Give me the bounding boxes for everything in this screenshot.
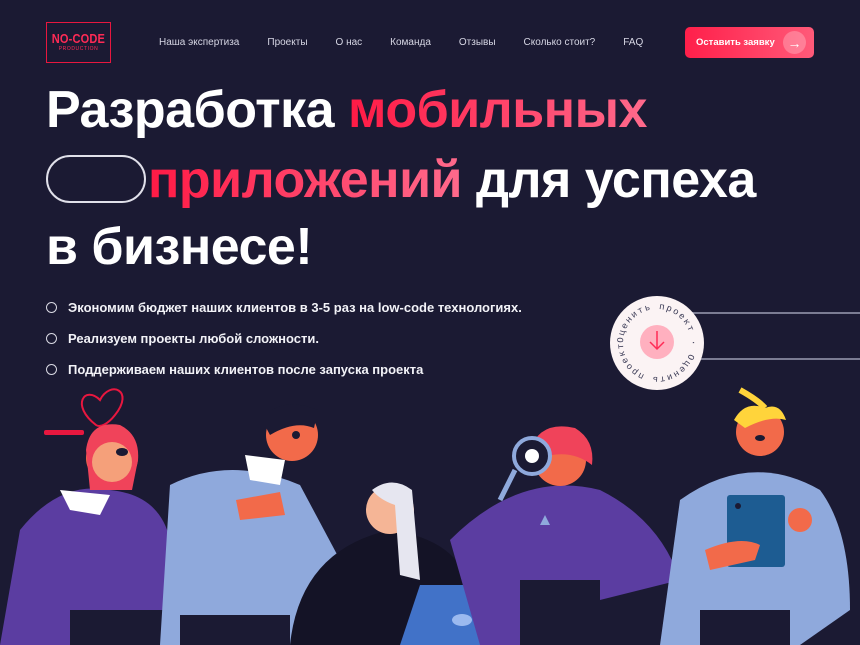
nav-item-faq[interactable]: FAQ xyxy=(623,37,643,48)
rate-project-badge[interactable]: Оценить проект · Оценить проект · xyxy=(607,289,704,390)
heart-doodle-icon xyxy=(81,388,124,427)
hero-title-white-1: Разработка xyxy=(46,81,349,139)
person-woman-red-hair xyxy=(0,424,175,645)
nav-item-projects[interactable]: Проекты xyxy=(267,37,307,48)
nav-item-team[interactable]: Команда xyxy=(390,37,431,48)
hero-title-line-2: приложений для успеха xyxy=(46,150,756,210)
list-item: Реализуем проекты любой сложности. xyxy=(46,323,522,354)
submit-request-label: Оставить заявку xyxy=(696,37,775,48)
outline-pill-decoration xyxy=(46,155,146,204)
person-man-tablet xyxy=(660,387,850,645)
rate-project-badge-graphic: Оценить проект · Оценить проект · xyxy=(607,289,697,384)
logo-sub-text: PRODUCTION xyxy=(58,46,99,52)
team-illustration xyxy=(0,387,850,645)
person-woman-magnifier xyxy=(450,426,680,645)
main-nav: Наша экспертиза Проекты О нас Команда От… xyxy=(159,37,671,48)
list-item: Экономим бюджет наших клиентов в 3-5 раз… xyxy=(46,292,522,323)
arrow-right-icon: → xyxy=(783,31,806,54)
benefit-text: Реализуем проекты любой сложности. xyxy=(68,331,319,346)
circle-bullet-icon xyxy=(46,364,57,375)
submit-request-button[interactable]: Оставить заявку → xyxy=(685,27,814,58)
nav-item-about[interactable]: О нас xyxy=(336,37,363,48)
benefit-text: Экономим бюджет наших клиентов в 3-5 раз… xyxy=(68,300,522,315)
hero-title-white-2: для успеха xyxy=(462,151,756,209)
benefits-list: Экономим бюджет наших клиентов в 3-5 раз… xyxy=(46,292,522,385)
logo[interactable]: NO-CODE PRODUCTION xyxy=(46,22,111,63)
hero-title-line-1: Разработка мобильных xyxy=(46,80,647,140)
circle-bullet-icon xyxy=(46,333,57,344)
circle-bullet-icon xyxy=(46,302,57,313)
hero-title-line-3: в бизнесе! xyxy=(46,218,313,276)
hero-title-red-1: мобильных xyxy=(348,81,647,139)
nav-item-pricing[interactable]: Сколько стоит? xyxy=(524,37,596,48)
nav-item-expertise[interactable]: Наша экспертиза xyxy=(159,37,239,48)
logo-main-text: NO-CODE xyxy=(51,31,106,46)
hero-title-red-2: приложений xyxy=(148,151,463,209)
benefit-text: Поддерживаем наших клиентов после запуск… xyxy=(68,362,424,377)
decor-line xyxy=(690,312,860,314)
decor-line xyxy=(700,358,860,360)
nav-item-reviews[interactable]: Отзывы xyxy=(459,37,496,48)
